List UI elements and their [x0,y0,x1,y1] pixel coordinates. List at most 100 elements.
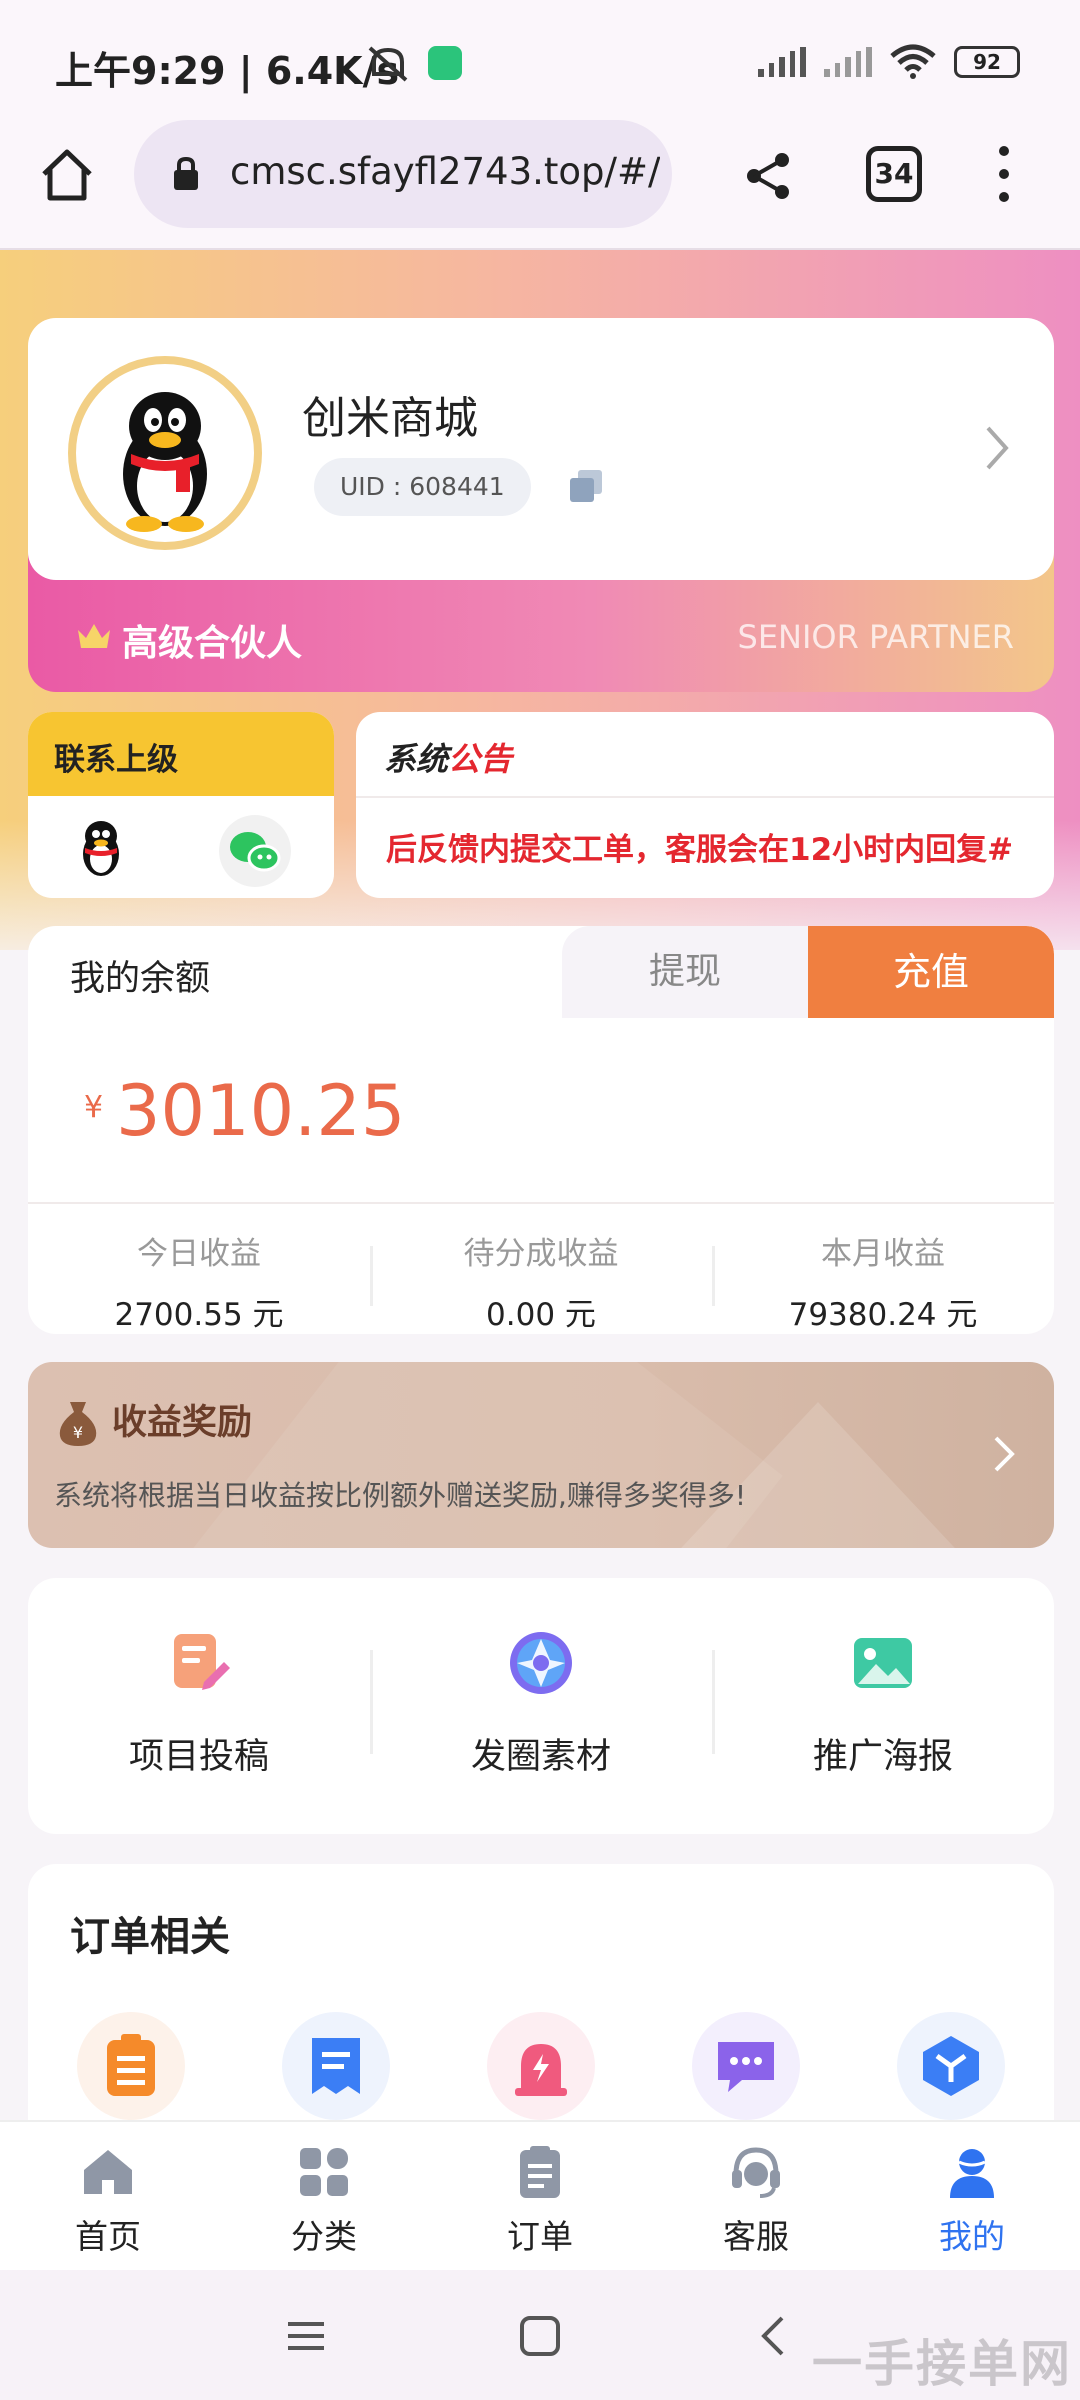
edit-doc-icon [174,1634,230,1690]
notification-app-icon [428,46,462,80]
stat-label: 待分成收益 [463,1236,619,1272]
profile-card[interactable]: 创米商城 UID : 608441 [28,318,1054,580]
balance-amount: 3010.25 [116,1070,406,1152]
stat-month: 本月收益 79380.24 元 [712,1216,1054,1333]
notice-title-a: 系统 [384,740,449,778]
reward-title: 收益奖励 [112,1403,253,1443]
orders-icon-row [28,2012,1054,2120]
profile-name: 创米商城 [302,393,478,444]
tab-label: 首页 [75,2217,141,2256]
tab-label: 分类 [291,2217,357,2256]
chat-icon [718,2042,775,2092]
notice-marquee: 后反馈内提交工单，客服会在12小时内回复# [386,832,1014,868]
address-bar[interactable]: cmsc.sfayfl2743.top/#/p [134,120,672,228]
home-nav-icon[interactable] [518,2314,562,2358]
balance-card: 我的余额 提现 充值 ¥ 3010.25 今日收益 2700.55 元 待分成收… [28,926,1054,1334]
grid-icon [300,2148,348,2196]
contact-title: 联系上级 [28,712,334,796]
tab-switcher-button[interactable]: 34 [866,146,922,202]
recharge-button[interactable]: 充值 [808,926,1054,1018]
reward-banner[interactable]: ¥ 收益奖励 系统将根据当日收益按比例额外赠送奖励,赚得多奖得多! [28,1362,1054,1548]
partner-level: 高级合伙人 [122,623,303,664]
tab-orders[interactable]: 订单 [432,2122,648,2270]
browser-home-icon[interactable] [38,146,96,204]
stat-pending: 待分成收益 0.00 元 [370,1216,712,1333]
wifi-icon [890,44,936,79]
order-alert[interactable] [438,2012,643,2120]
partner-level-en: SENIOR PARTNER [737,618,1014,656]
user-icon [950,2149,994,2198]
image-icon [854,1638,912,1688]
share-icon[interactable] [740,148,796,204]
notice-title: 系统公告 [356,712,1054,798]
tab-label: 我的 [939,2217,1005,2256]
chevron-right-icon[interactable] [982,424,1012,472]
notice-title-b: 公告 [448,740,513,778]
stat-today: 今日收益 2700.55 元 [28,1216,370,1333]
contact-superior-card: 联系上级 [28,712,334,898]
package-icon [923,2036,980,2096]
browser-menu-icon[interactable] [992,146,1016,202]
system-nav-bar: 一手接单网 [0,2270,1080,2400]
avatar[interactable] [68,356,262,550]
order-message[interactable] [644,2012,849,2120]
stat-label: 本月收益 [821,1236,945,1272]
battery-indicator: 92 [954,46,1020,78]
wechat-icon[interactable] [218,814,292,888]
order-receipt[interactable] [233,2012,438,2120]
status-bar: 上午9:29 | 6.4K/s 92 [0,0,1080,120]
chevron-right-icon [994,1436,1015,1472]
stat-value: 0.00 元 [486,1297,596,1333]
divider [28,1202,1054,1204]
mute-icon [368,46,408,82]
lock-icon [174,156,198,190]
status-time: 上午9:29 | 6.4K/s [55,49,400,93]
earnings-stats: 今日收益 2700.55 元 待分成收益 0.00 元 本月收益 79380.2… [28,1216,1054,1333]
tool-project-submit[interactable]: 项目投稿 [28,1578,370,1834]
stat-value: 2700.55 元 [114,1297,284,1333]
watermark: 一手接单网 [812,2335,1072,2393]
tools-card: 项目投稿 发圈素材 推广海报 [28,1578,1054,1834]
tab-service[interactable]: 客服 [648,2122,864,2270]
receipt-icon [311,2038,360,2094]
stat-value: 79380.24 元 [788,1297,978,1333]
qq-icon[interactable] [68,814,134,880]
currency-symbol: ¥ [84,1090,104,1125]
tool-promo-poster[interactable]: 推广海报 [712,1578,1054,1834]
signal-icon-2 [824,47,872,77]
signal-icon [758,47,806,77]
tab-label: 订单 [507,2217,573,2256]
tab-category[interactable]: 分类 [216,2122,432,2270]
tab-mine[interactable]: 我的 [864,2122,1080,2270]
tool-label: 发圈素材 [470,1737,611,1777]
order-all[interactable] [28,2012,233,2120]
copy-icon[interactable] [568,468,604,504]
recent-apps-icon[interactable] [284,2314,328,2358]
tool-moments-material[interactable]: 发圈素材 [370,1578,712,1834]
clipboard-icon [520,2146,560,2198]
qq-penguin-icon [123,392,207,532]
orders-section: 订单相关 [28,1864,1054,2164]
money-bag-icon: ¥ [59,1402,97,1446]
stat-label: 今日收益 [137,1236,261,1272]
balance-label: 我的余额 [70,959,211,999]
tab-label: 客服 [723,2217,789,2256]
tab-home[interactable]: 首页 [0,2122,216,2270]
withdraw-button[interactable]: 提现 [562,926,808,1018]
url-text: cmsc.sfayfl2743.top/#/p [230,150,660,193]
system-notice-card[interactable]: 系统公告 后反馈内提交工单，客服会在12小时内回复# [356,712,1054,898]
browser-toolbar: cmsc.sfayfl2743.top/#/p 34 [0,120,1080,250]
tool-label: 推广海报 [812,1737,953,1777]
order-package[interactable] [849,2012,1054,2120]
tool-label: 项目投稿 [128,1737,269,1777]
aperture-icon [510,1632,572,1694]
headset-icon [732,2147,780,2198]
bottom-tab-bar: 首页 分类 订单 客服 我的 [0,2120,1080,2270]
crown-icon [78,624,110,648]
orders-title: 订单相关 [70,1914,230,1960]
home-icon [84,2150,132,2194]
back-icon[interactable] [752,2314,796,2358]
svg-text:¥: ¥ [73,1423,83,1442]
uid-badge: UID : 608441 [314,458,531,516]
alarm-icon [515,2044,567,2096]
